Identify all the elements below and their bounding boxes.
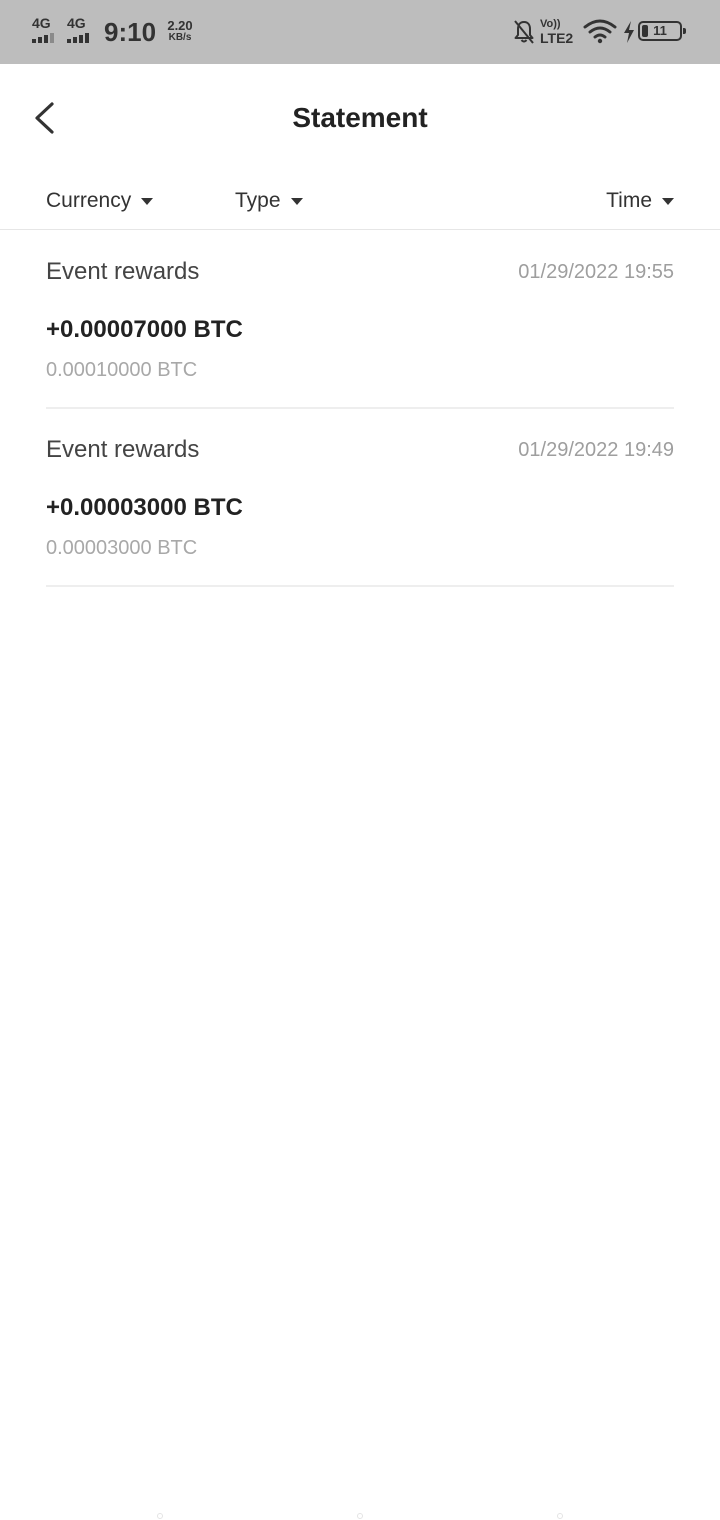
- type-filter-label: Type: [235, 189, 281, 212]
- speed-value: 2.20: [167, 18, 193, 33]
- transaction-balance: 0.00010000 BTC: [46, 359, 198, 381]
- nav-hint-dot: [357, 1513, 363, 1519]
- time-filter-label: Time: [606, 189, 652, 212]
- currency-filter-label: Currency: [46, 189, 132, 212]
- caret-down-icon: [141, 197, 154, 205]
- transaction-type: Event rewards: [46, 436, 200, 463]
- network-label: 4G: [32, 15, 51, 31]
- transaction-balance: 0.00003000 BTC: [46, 537, 198, 559]
- clock: 9:10: [104, 17, 157, 47]
- signal-icon: 4G: [32, 16, 60, 46]
- transaction-time: 01/29/2022 19:55: [518, 261, 674, 283]
- statement-item[interactable]: Event rewards 01/29/2022 19:55 +0.000070…: [46, 231, 674, 409]
- volte-label: Vo)): [540, 18, 561, 30]
- status-bar: 4G 4G 9:10 2.20 KB/s Vo)) LTE2 11: [0, 0, 720, 64]
- caret-down-icon: [662, 197, 674, 205]
- statement-screen: 4G 4G 9:10 2.20 KB/s Vo)) LTE2 11 Statem…: [0, 0, 720, 1520]
- currency-filter[interactable]: Currency: [46, 186, 154, 216]
- caret-down-icon: [290, 197, 303, 205]
- transaction-amount: +0.00007000 BTC: [46, 316, 243, 343]
- charging-icon: [624, 21, 634, 43]
- nav-hint-dot: [557, 1513, 563, 1519]
- type-filter[interactable]: Type: [235, 186, 303, 216]
- signal-icon: 4G: [67, 16, 95, 46]
- wifi-icon: [583, 19, 617, 44]
- statement-item[interactable]: Event rewards 01/29/2022 19:49 +0.000030…: [46, 409, 674, 587]
- statement-list: Event rewards 01/29/2022 19:55 +0.000070…: [46, 231, 674, 587]
- speed-unit: KB/s: [168, 32, 192, 43]
- filter-bar: Currency Type Time: [0, 172, 720, 230]
- page-title: Statement: [292, 102, 428, 133]
- network-speed: 2.20 KB/s: [164, 19, 196, 44]
- time-filter[interactable]: Time: [606, 186, 674, 216]
- transaction-time: 01/29/2022 19:49: [518, 439, 674, 461]
- nav-hint-dot: [157, 1513, 163, 1519]
- network-label: 4G: [67, 15, 86, 31]
- lte-label: LTE2: [540, 30, 574, 46]
- volte-indicator: Vo)) LTE2: [540, 18, 580, 46]
- transaction-type: Event rewards: [46, 258, 200, 285]
- battery-icon: 11: [638, 21, 686, 41]
- transaction-amount: +0.00003000 BTC: [46, 494, 243, 521]
- bell-off-icon: [514, 20, 534, 44]
